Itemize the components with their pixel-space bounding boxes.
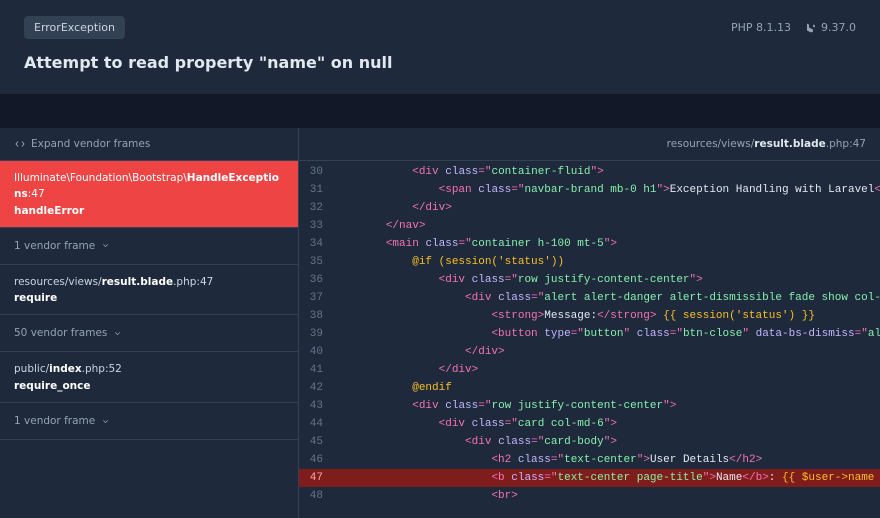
- line-number: 34: [299, 235, 333, 253]
- header-top: ErrorException PHP 8.1.13 9.37.0: [24, 16, 856, 39]
- line-number: 44: [299, 415, 333, 433]
- code-line: 33 </nav>: [299, 217, 880, 235]
- vendor-frames-toggle[interactable]: 1 vendor frame: [0, 403, 298, 440]
- vendor-frames-label: 1 vendor frame: [14, 415, 95, 427]
- line-content: <div class="alert alert-danger alert-dis…: [333, 289, 880, 307]
- code-line: 46 <h2 class="text-center">User Details<…: [299, 451, 880, 469]
- line-number: 30: [299, 163, 333, 181]
- chevron-down-icon: [113, 329, 122, 338]
- stack-frames: Illuminate\Foundation\Bootstrap\HandleEx…: [0, 161, 298, 440]
- code-line: 35 @if (session('status')): [299, 253, 880, 271]
- code-line: 38 <strong>Message:</strong> {{ session(…: [299, 307, 880, 325]
- code-viewer: resources/views/result.blade.php:47 30 <…: [298, 128, 880, 518]
- code-body: 30 <div class="container-fluid">31 <span…: [299, 161, 880, 505]
- code-line: 48 <br>: [299, 487, 880, 505]
- chevron-down-icon: [101, 241, 110, 250]
- vendor-frames-toggle[interactable]: 50 vendor frames: [0, 315, 298, 352]
- line-content: <div class="row justify-content-center">: [333, 397, 880, 415]
- exception-badge: ErrorException: [24, 16, 125, 39]
- laravel-version-text: 9.37.0: [821, 21, 856, 34]
- file-path-suffix: .php: [826, 138, 849, 150]
- line-content: @if (session('status')): [333, 253, 880, 271]
- error-header: ErrorException PHP 8.1.13 9.37.0 Attempt…: [0, 0, 880, 94]
- line-number: 41: [299, 361, 333, 379]
- code-line: 31 <span class="navbar-brand mb-0 h1">Ex…: [299, 181, 880, 199]
- header-gap: [0, 94, 880, 128]
- line-content: <b class="text-center page-title">Name</…: [333, 469, 880, 487]
- stack-frame[interactable]: Illuminate\Foundation\Bootstrap\HandleEx…: [0, 161, 298, 228]
- laravel-icon: [805, 22, 817, 34]
- code-line: 36 <div class="row justify-content-cente…: [299, 271, 880, 289]
- line-content: </div>: [333, 343, 880, 361]
- code-line: 37 <div class="alert alert-danger alert-…: [299, 289, 880, 307]
- line-number: 35: [299, 253, 333, 271]
- code-line: 40 </div>: [299, 343, 880, 361]
- line-content: <button type="button" class="btn-close" …: [333, 325, 880, 343]
- expand-icon: [14, 138, 26, 150]
- frame-function: require: [14, 292, 284, 304]
- code-line: 30 <div class="container-fluid">: [299, 163, 880, 181]
- line-content: </nav>: [333, 217, 880, 235]
- code-line: 42 @endif: [299, 379, 880, 397]
- line-content: </div>: [333, 361, 880, 379]
- stack-frame[interactable]: resources/views/result.blade.php:47requi…: [0, 265, 298, 316]
- line-number: 46: [299, 451, 333, 469]
- line-number: 48: [299, 487, 333, 505]
- file-path-prefix: resources/views/: [667, 138, 755, 150]
- stack-trace-sidebar: Expand vendor frames Illuminate\Foundati…: [0, 128, 298, 518]
- frame-function: handleError: [14, 205, 284, 217]
- line-content: <div class="card-body">: [333, 433, 880, 451]
- line-content: <h2 class="text-center">User Details</h2…: [333, 451, 880, 469]
- line-number: 38: [299, 307, 333, 325]
- code-line: 41 </div>: [299, 361, 880, 379]
- line-number: 39: [299, 325, 333, 343]
- line-content: </div>: [333, 199, 880, 217]
- line-number: 37: [299, 289, 333, 307]
- code-line: 43 <div class="row justify-content-cente…: [299, 397, 880, 415]
- code-line: 45 <div class="card-body">: [299, 433, 880, 451]
- main-panel: Expand vendor frames Illuminate\Foundati…: [0, 128, 880, 518]
- frame-path: resources/views/result.blade.php:47: [14, 275, 284, 291]
- line-content: <br>: [333, 487, 880, 505]
- code-file-path: resources/views/result.blade.php:47: [299, 128, 880, 161]
- code-line-highlighted: 47 <b class="text-center page-title">Nam…: [299, 469, 880, 487]
- line-content: <main class="container h-100 mt-5">: [333, 235, 880, 253]
- expand-vendor-button[interactable]: Expand vendor frames: [14, 138, 150, 150]
- line-content: @endif: [333, 379, 880, 397]
- frame-path: public/index.php:52: [14, 362, 284, 378]
- frame-path: Illuminate\Foundation\Bootstrap\HandleEx…: [14, 171, 284, 203]
- frame-function: require_once: [14, 380, 284, 392]
- php-version: PHP 8.1.13: [731, 21, 791, 34]
- code-line: 39 <button type="button" class="btn-clos…: [299, 325, 880, 343]
- line-number: 33: [299, 217, 333, 235]
- stack-frame[interactable]: public/index.php:52 require_once: [0, 352, 298, 403]
- line-content: <span class="navbar-brand mb-0 h1">Excep…: [333, 181, 880, 199]
- line-number: 42: [299, 379, 333, 397]
- line-number: 45: [299, 433, 333, 451]
- code-line: 44 <div class="card col-md-6">: [299, 415, 880, 433]
- line-number: 32: [299, 199, 333, 217]
- vendor-frames-toggle[interactable]: 1 vendor frame: [0, 228, 298, 265]
- line-number: 36: [299, 271, 333, 289]
- code-line: 32 </div>: [299, 199, 880, 217]
- sidebar-toolbar: Expand vendor frames: [0, 128, 298, 161]
- vendor-frames-label: 1 vendor frame: [14, 240, 95, 252]
- line-content: <div class="row justify-content-center">: [333, 271, 880, 289]
- laravel-version: 9.37.0: [805, 21, 856, 34]
- line-number: 40: [299, 343, 333, 361]
- line-number: 31: [299, 181, 333, 199]
- vendor-frames-label: 50 vendor frames: [14, 327, 107, 339]
- file-path-name: result.blade: [754, 138, 825, 150]
- env-info: PHP 8.1.13 9.37.0: [731, 21, 856, 34]
- file-path-line: :47: [849, 138, 866, 150]
- line-number: 43: [299, 397, 333, 415]
- line-content: <div class="card col-md-6">: [333, 415, 880, 433]
- line-content: <div class="container-fluid">: [333, 163, 880, 181]
- line-number: 47: [299, 469, 333, 487]
- code-line: 34 <main class="container h-100 mt-5">: [299, 235, 880, 253]
- chevron-down-icon: [101, 417, 110, 426]
- expand-vendor-label: Expand vendor frames: [31, 138, 150, 150]
- error-message: Attempt to read property "name" on null: [24, 53, 856, 72]
- line-content: <strong>Message:</strong> {{ session('st…: [333, 307, 880, 325]
